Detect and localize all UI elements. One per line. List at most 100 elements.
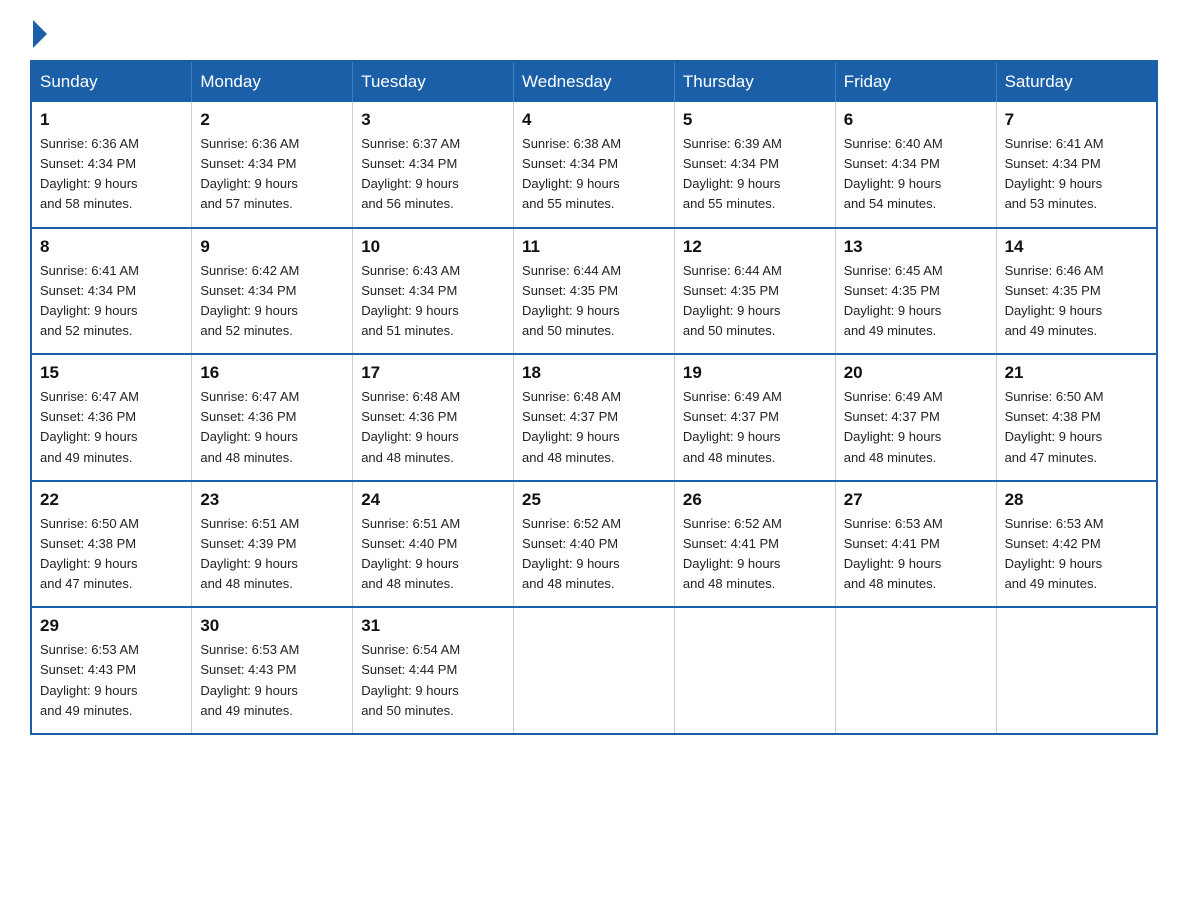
calendar-cell: 25 Sunrise: 6:52 AM Sunset: 4:40 PM Dayl… [514,481,675,608]
calendar-cell: 10 Sunrise: 6:43 AM Sunset: 4:34 PM Dayl… [353,228,514,355]
calendar-cell: 31 Sunrise: 6:54 AM Sunset: 4:44 PM Dayl… [353,607,514,734]
header-day-saturday: Saturday [996,61,1157,102]
calendar-cell: 30 Sunrise: 6:53 AM Sunset: 4:43 PM Dayl… [192,607,353,734]
day-info: Sunrise: 6:51 AM Sunset: 4:39 PM Dayligh… [200,514,344,595]
day-number: 24 [361,490,505,510]
calendar-cell: 5 Sunrise: 6:39 AM Sunset: 4:34 PM Dayli… [674,102,835,228]
calendar-header-row: SundayMondayTuesdayWednesdayThursdayFrid… [31,61,1157,102]
calendar-cell [674,607,835,734]
day-number: 7 [1005,110,1148,130]
calendar-cell: 13 Sunrise: 6:45 AM Sunset: 4:35 PM Dayl… [835,228,996,355]
day-info: Sunrise: 6:38 AM Sunset: 4:34 PM Dayligh… [522,134,666,215]
day-info: Sunrise: 6:37 AM Sunset: 4:34 PM Dayligh… [361,134,505,215]
day-info: Sunrise: 6:53 AM Sunset: 4:42 PM Dayligh… [1005,514,1148,595]
day-info: Sunrise: 6:45 AM Sunset: 4:35 PM Dayligh… [844,261,988,342]
calendar-cell: 12 Sunrise: 6:44 AM Sunset: 4:35 PM Dayl… [674,228,835,355]
calendar-cell: 14 Sunrise: 6:46 AM Sunset: 4:35 PM Dayl… [996,228,1157,355]
day-info: Sunrise: 6:50 AM Sunset: 4:38 PM Dayligh… [1005,387,1148,468]
logo-general-text [30,20,47,48]
day-number: 29 [40,616,183,636]
calendar-cell [996,607,1157,734]
day-info: Sunrise: 6:46 AM Sunset: 4:35 PM Dayligh… [1005,261,1148,342]
day-number: 5 [683,110,827,130]
header-day-wednesday: Wednesday [514,61,675,102]
calendar-cell [835,607,996,734]
day-number: 15 [40,363,183,383]
calendar-cell: 29 Sunrise: 6:53 AM Sunset: 4:43 PM Dayl… [31,607,192,734]
day-number: 11 [522,237,666,257]
day-info: Sunrise: 6:47 AM Sunset: 4:36 PM Dayligh… [40,387,183,468]
day-number: 28 [1005,490,1148,510]
day-number: 21 [1005,363,1148,383]
day-info: Sunrise: 6:43 AM Sunset: 4:34 PM Dayligh… [361,261,505,342]
calendar-cell: 24 Sunrise: 6:51 AM Sunset: 4:40 PM Dayl… [353,481,514,608]
day-info: Sunrise: 6:49 AM Sunset: 4:37 PM Dayligh… [844,387,988,468]
calendar-cell: 11 Sunrise: 6:44 AM Sunset: 4:35 PM Dayl… [514,228,675,355]
calendar-cell: 27 Sunrise: 6:53 AM Sunset: 4:41 PM Dayl… [835,481,996,608]
day-info: Sunrise: 6:40 AM Sunset: 4:34 PM Dayligh… [844,134,988,215]
day-number: 18 [522,363,666,383]
day-number: 26 [683,490,827,510]
logo-arrow-icon [33,20,47,48]
calendar-cell: 15 Sunrise: 6:47 AM Sunset: 4:36 PM Dayl… [31,354,192,481]
day-info: Sunrise: 6:53 AM Sunset: 4:43 PM Dayligh… [200,640,344,721]
header-day-tuesday: Tuesday [353,61,514,102]
day-number: 31 [361,616,505,636]
day-info: Sunrise: 6:41 AM Sunset: 4:34 PM Dayligh… [40,261,183,342]
calendar-cell: 16 Sunrise: 6:47 AM Sunset: 4:36 PM Dayl… [192,354,353,481]
calendar-cell: 6 Sunrise: 6:40 AM Sunset: 4:34 PM Dayli… [835,102,996,228]
calendar-cell [514,607,675,734]
day-info: Sunrise: 6:36 AM Sunset: 4:34 PM Dayligh… [40,134,183,215]
day-info: Sunrise: 6:42 AM Sunset: 4:34 PM Dayligh… [200,261,344,342]
day-number: 23 [200,490,344,510]
day-info: Sunrise: 6:36 AM Sunset: 4:34 PM Dayligh… [200,134,344,215]
calendar-week-row: 1 Sunrise: 6:36 AM Sunset: 4:34 PM Dayli… [31,102,1157,228]
calendar-cell: 3 Sunrise: 6:37 AM Sunset: 4:34 PM Dayli… [353,102,514,228]
calendar-cell: 4 Sunrise: 6:38 AM Sunset: 4:34 PM Dayli… [514,102,675,228]
day-info: Sunrise: 6:53 AM Sunset: 4:41 PM Dayligh… [844,514,988,595]
day-number: 19 [683,363,827,383]
calendar-cell: 9 Sunrise: 6:42 AM Sunset: 4:34 PM Dayli… [192,228,353,355]
calendar-cell: 18 Sunrise: 6:48 AM Sunset: 4:37 PM Dayl… [514,354,675,481]
day-number: 10 [361,237,505,257]
day-info: Sunrise: 6:48 AM Sunset: 4:37 PM Dayligh… [522,387,666,468]
header-day-friday: Friday [835,61,996,102]
page-header [30,20,1158,40]
calendar-cell: 22 Sunrise: 6:50 AM Sunset: 4:38 PM Dayl… [31,481,192,608]
day-info: Sunrise: 6:44 AM Sunset: 4:35 PM Dayligh… [683,261,827,342]
day-info: Sunrise: 6:44 AM Sunset: 4:35 PM Dayligh… [522,261,666,342]
calendar-cell: 21 Sunrise: 6:50 AM Sunset: 4:38 PM Dayl… [996,354,1157,481]
day-number: 8 [40,237,183,257]
calendar-cell: 23 Sunrise: 6:51 AM Sunset: 4:39 PM Dayl… [192,481,353,608]
day-info: Sunrise: 6:53 AM Sunset: 4:43 PM Dayligh… [40,640,183,721]
day-number: 12 [683,237,827,257]
calendar-table: SundayMondayTuesdayWednesdayThursdayFrid… [30,60,1158,735]
day-info: Sunrise: 6:54 AM Sunset: 4:44 PM Dayligh… [361,640,505,721]
calendar-cell: 2 Sunrise: 6:36 AM Sunset: 4:34 PM Dayli… [192,102,353,228]
day-info: Sunrise: 6:51 AM Sunset: 4:40 PM Dayligh… [361,514,505,595]
calendar-cell: 1 Sunrise: 6:36 AM Sunset: 4:34 PM Dayli… [31,102,192,228]
logo [30,20,47,40]
day-number: 9 [200,237,344,257]
day-info: Sunrise: 6:47 AM Sunset: 4:36 PM Dayligh… [200,387,344,468]
calendar-cell: 26 Sunrise: 6:52 AM Sunset: 4:41 PM Dayl… [674,481,835,608]
calendar-week-row: 29 Sunrise: 6:53 AM Sunset: 4:43 PM Dayl… [31,607,1157,734]
calendar-cell: 20 Sunrise: 6:49 AM Sunset: 4:37 PM Dayl… [835,354,996,481]
calendar-cell: 17 Sunrise: 6:48 AM Sunset: 4:36 PM Dayl… [353,354,514,481]
day-info: Sunrise: 6:39 AM Sunset: 4:34 PM Dayligh… [683,134,827,215]
day-info: Sunrise: 6:48 AM Sunset: 4:36 PM Dayligh… [361,387,505,468]
day-number: 17 [361,363,505,383]
day-info: Sunrise: 6:50 AM Sunset: 4:38 PM Dayligh… [40,514,183,595]
day-number: 4 [522,110,666,130]
day-number: 3 [361,110,505,130]
day-info: Sunrise: 6:49 AM Sunset: 4:37 PM Dayligh… [683,387,827,468]
calendar-cell: 8 Sunrise: 6:41 AM Sunset: 4:34 PM Dayli… [31,228,192,355]
calendar-cell: 28 Sunrise: 6:53 AM Sunset: 4:42 PM Dayl… [996,481,1157,608]
day-number: 25 [522,490,666,510]
day-number: 1 [40,110,183,130]
calendar-cell: 19 Sunrise: 6:49 AM Sunset: 4:37 PM Dayl… [674,354,835,481]
calendar-week-row: 8 Sunrise: 6:41 AM Sunset: 4:34 PM Dayli… [31,228,1157,355]
calendar-week-row: 15 Sunrise: 6:47 AM Sunset: 4:36 PM Dayl… [31,354,1157,481]
day-number: 14 [1005,237,1148,257]
day-number: 16 [200,363,344,383]
